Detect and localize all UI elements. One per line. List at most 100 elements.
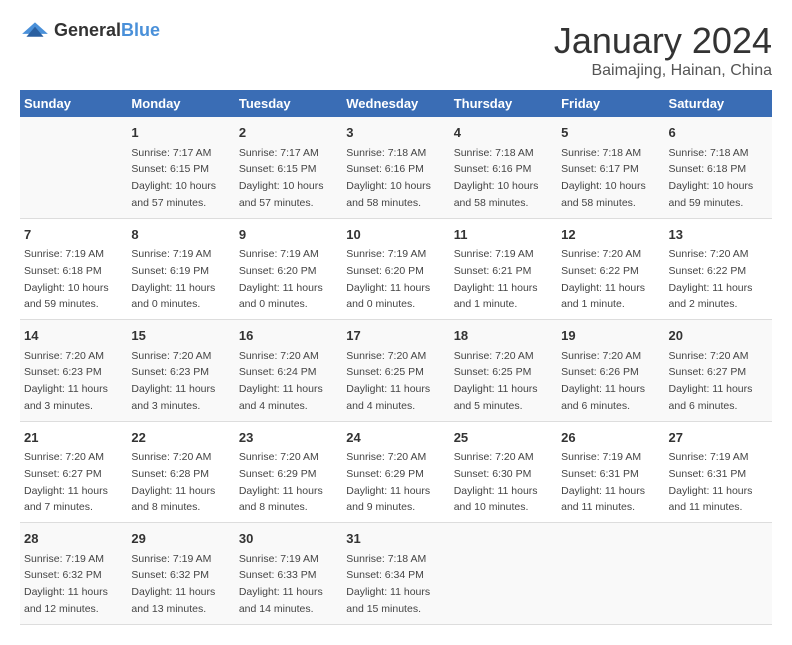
day-info: Sunrise: 7:20 AM Sunset: 6:24 PM Dayligh… [239, 350, 323, 412]
week-row-1: 1 Sunrise: 7:17 AM Sunset: 6:15 PM Daylig… [20, 117, 772, 218]
day-cell: 2 Sunrise: 7:17 AM Sunset: 6:15 PM Daylig… [235, 117, 342, 218]
day-cell [557, 523, 664, 625]
day-number: 1 [131, 123, 230, 143]
day-number: 7 [24, 225, 123, 245]
day-cell: 22Sunrise: 7:20 AM Sunset: 6:28 PM Dayli… [127, 421, 234, 523]
day-info: Sunrise: 7:18 AM Sunset: 6:18 PM Dayligh… [669, 147, 754, 209]
day-number: 27 [669, 428, 768, 448]
day-info: Sunrise: 7:20 AM Sunset: 6:30 PM Dayligh… [454, 451, 538, 513]
day-info: Sunrise: 7:17 AM Sunset: 6:15 PM Dayligh… [131, 147, 216, 209]
day-number: 24 [346, 428, 445, 448]
day-info: Sunrise: 7:20 AM Sunset: 6:23 PM Dayligh… [24, 350, 108, 412]
day-number: 18 [454, 326, 553, 346]
day-info: Sunrise: 7:20 AM Sunset: 6:27 PM Dayligh… [669, 350, 753, 412]
day-info: Sunrise: 7:19 AM Sunset: 6:21 PM Dayligh… [454, 248, 538, 310]
day-cell: 7Sunrise: 7:19 AM Sunset: 6:18 PM Daylig… [20, 218, 127, 320]
day-info: Sunrise: 7:20 AM Sunset: 6:29 PM Dayligh… [239, 451, 323, 513]
calendar-title: January 2024 [554, 20, 772, 62]
day-number: 19 [561, 326, 660, 346]
day-info: Sunrise: 7:17 AM Sunset: 6:15 PM Dayligh… [239, 147, 324, 209]
day-cell: 23 Sunrise: 7:20 AM Sunset: 6:29 PM Dayli… [235, 421, 342, 523]
day-number: 12 [561, 225, 660, 245]
day-number: 16 [239, 326, 338, 346]
day-number: 9 [239, 225, 338, 245]
title-area: January 2024 Baimajing, Hainan, China [554, 20, 772, 80]
day-info: Sunrise: 7:20 AM Sunset: 6:25 PM Dayligh… [346, 350, 430, 412]
calendar-header: SundayMondayTuesdayWednesdayThursdayFrid… [20, 90, 772, 117]
day-info: Sunrise: 7:20 AM Sunset: 6:25 PM Dayligh… [454, 350, 538, 412]
day-number: 5 [561, 123, 660, 143]
day-cell: 5 Sunrise: 7:18 AM Sunset: 6:17 PM Daylig… [557, 117, 664, 218]
day-cell: 6 Sunrise: 7:18 AM Sunset: 6:18 PM Daylig… [665, 117, 772, 218]
day-info: Sunrise: 7:18 AM Sunset: 6:16 PM Dayligh… [346, 147, 431, 209]
header-monday: Monday [127, 90, 234, 117]
day-cell: 20 Sunrise: 7:20 AM Sunset: 6:27 PM Dayli… [665, 320, 772, 422]
day-info: Sunrise: 7:20 AM Sunset: 6:22 PM Dayligh… [561, 248, 645, 310]
day-number: 22 [131, 428, 230, 448]
logo-icon [20, 21, 50, 41]
day-info: Sunrise: 7:18 AM Sunset: 6:16 PM Dayligh… [454, 147, 539, 209]
day-info: Sunrise: 7:20 AM Sunset: 6:26 PM Dayligh… [561, 350, 645, 412]
day-info: Sunrise: 7:18 AM Sunset: 6:17 PM Dayligh… [561, 147, 646, 209]
day-info: Sunrise: 7:20 AM Sunset: 6:22 PM Dayligh… [669, 248, 753, 310]
day-number: 20 [669, 326, 768, 346]
day-info: Sunrise: 7:19 AM Sunset: 6:20 PM Dayligh… [346, 248, 430, 310]
day-number: 17 [346, 326, 445, 346]
day-number: 21 [24, 428, 123, 448]
day-cell: 21 Sunrise: 7:20 AM Sunset: 6:27 PM Dayli… [20, 421, 127, 523]
day-cell: 24Sunrise: 7:20 AM Sunset: 6:29 PM Dayli… [342, 421, 449, 523]
day-info: Sunrise: 7:19 AM Sunset: 6:32 PM Dayligh… [131, 553, 215, 615]
day-number: 2 [239, 123, 338, 143]
header-tuesday: Tuesday [235, 90, 342, 117]
day-cell: 30 Sunrise: 7:19 AM Sunset: 6:33 PM Dayli… [235, 523, 342, 625]
header-thursday: Thursday [450, 90, 557, 117]
day-info: Sunrise: 7:19 AM Sunset: 6:33 PM Dayligh… [239, 553, 323, 615]
week-row-3: 14 Sunrise: 7:20 AM Sunset: 6:23 PM Dayli… [20, 320, 772, 422]
day-cell: 9Sunrise: 7:19 AM Sunset: 6:20 PM Daylig… [235, 218, 342, 320]
day-number: 15 [131, 326, 230, 346]
day-cell: 13Sunrise: 7:20 AM Sunset: 6:22 PM Dayli… [665, 218, 772, 320]
day-cell [20, 117, 127, 218]
day-cell: 27 Sunrise: 7:19 AM Sunset: 6:31 PM Dayli… [665, 421, 772, 523]
day-cell: 19 Sunrise: 7:20 AM Sunset: 6:26 PM Dayli… [557, 320, 664, 422]
day-number: 23 [239, 428, 338, 448]
day-number: 6 [669, 123, 768, 143]
day-info: Sunrise: 7:19 AM Sunset: 6:31 PM Dayligh… [669, 451, 753, 513]
day-number: 11 [454, 225, 553, 245]
day-info: Sunrise: 7:19 AM Sunset: 6:32 PM Dayligh… [24, 553, 108, 615]
week-row-4: 21 Sunrise: 7:20 AM Sunset: 6:27 PM Dayli… [20, 421, 772, 523]
logo-text: GeneralBlue [54, 20, 160, 41]
day-cell: 29 Sunrise: 7:19 AM Sunset: 6:32 PM Dayli… [127, 523, 234, 625]
logo: GeneralBlue [20, 20, 160, 41]
day-cell: 26Sunrise: 7:19 AM Sunset: 6:31 PM Dayli… [557, 421, 664, 523]
day-number: 10 [346, 225, 445, 245]
day-cell [450, 523, 557, 625]
week-row-5: 28Sunrise: 7:19 AM Sunset: 6:32 PM Dayli… [20, 523, 772, 625]
day-cell: 8 Sunrise: 7:19 AM Sunset: 6:19 PM Daylig… [127, 218, 234, 320]
day-number: 14 [24, 326, 123, 346]
day-cell: 18 Sunrise: 7:20 AM Sunset: 6:25 PM Dayli… [450, 320, 557, 422]
day-info: Sunrise: 7:18 AM Sunset: 6:34 PM Dayligh… [346, 553, 430, 615]
day-number: 29 [131, 529, 230, 549]
day-number: 31 [346, 529, 445, 549]
day-number: 8 [131, 225, 230, 245]
day-info: Sunrise: 7:20 AM Sunset: 6:23 PM Dayligh… [131, 350, 215, 412]
week-row-2: 7Sunrise: 7:19 AM Sunset: 6:18 PM Daylig… [20, 218, 772, 320]
day-info: Sunrise: 7:20 AM Sunset: 6:27 PM Dayligh… [24, 451, 108, 513]
logo-blue: Blue [121, 20, 160, 40]
day-cell: 3 Sunrise: 7:18 AM Sunset: 6:16 PM Daylig… [342, 117, 449, 218]
day-cell: 17 Sunrise: 7:20 AM Sunset: 6:25 PM Dayli… [342, 320, 449, 422]
day-number: 30 [239, 529, 338, 549]
day-cell: 10 Sunrise: 7:19 AM Sunset: 6:20 PM Dayli… [342, 218, 449, 320]
day-cell: 25 Sunrise: 7:20 AM Sunset: 6:30 PM Dayli… [450, 421, 557, 523]
day-cell [665, 523, 772, 625]
day-cell: 11 Sunrise: 7:19 AM Sunset: 6:21 PM Dayli… [450, 218, 557, 320]
logo-general: General [54, 20, 121, 40]
day-cell: 28Sunrise: 7:19 AM Sunset: 6:32 PM Dayli… [20, 523, 127, 625]
day-number: 3 [346, 123, 445, 143]
day-number: 25 [454, 428, 553, 448]
day-number: 4 [454, 123, 553, 143]
day-number: 26 [561, 428, 660, 448]
calendar-body: 1 Sunrise: 7:17 AM Sunset: 6:15 PM Daylig… [20, 117, 772, 624]
day-info: Sunrise: 7:19 AM Sunset: 6:19 PM Dayligh… [131, 248, 215, 310]
